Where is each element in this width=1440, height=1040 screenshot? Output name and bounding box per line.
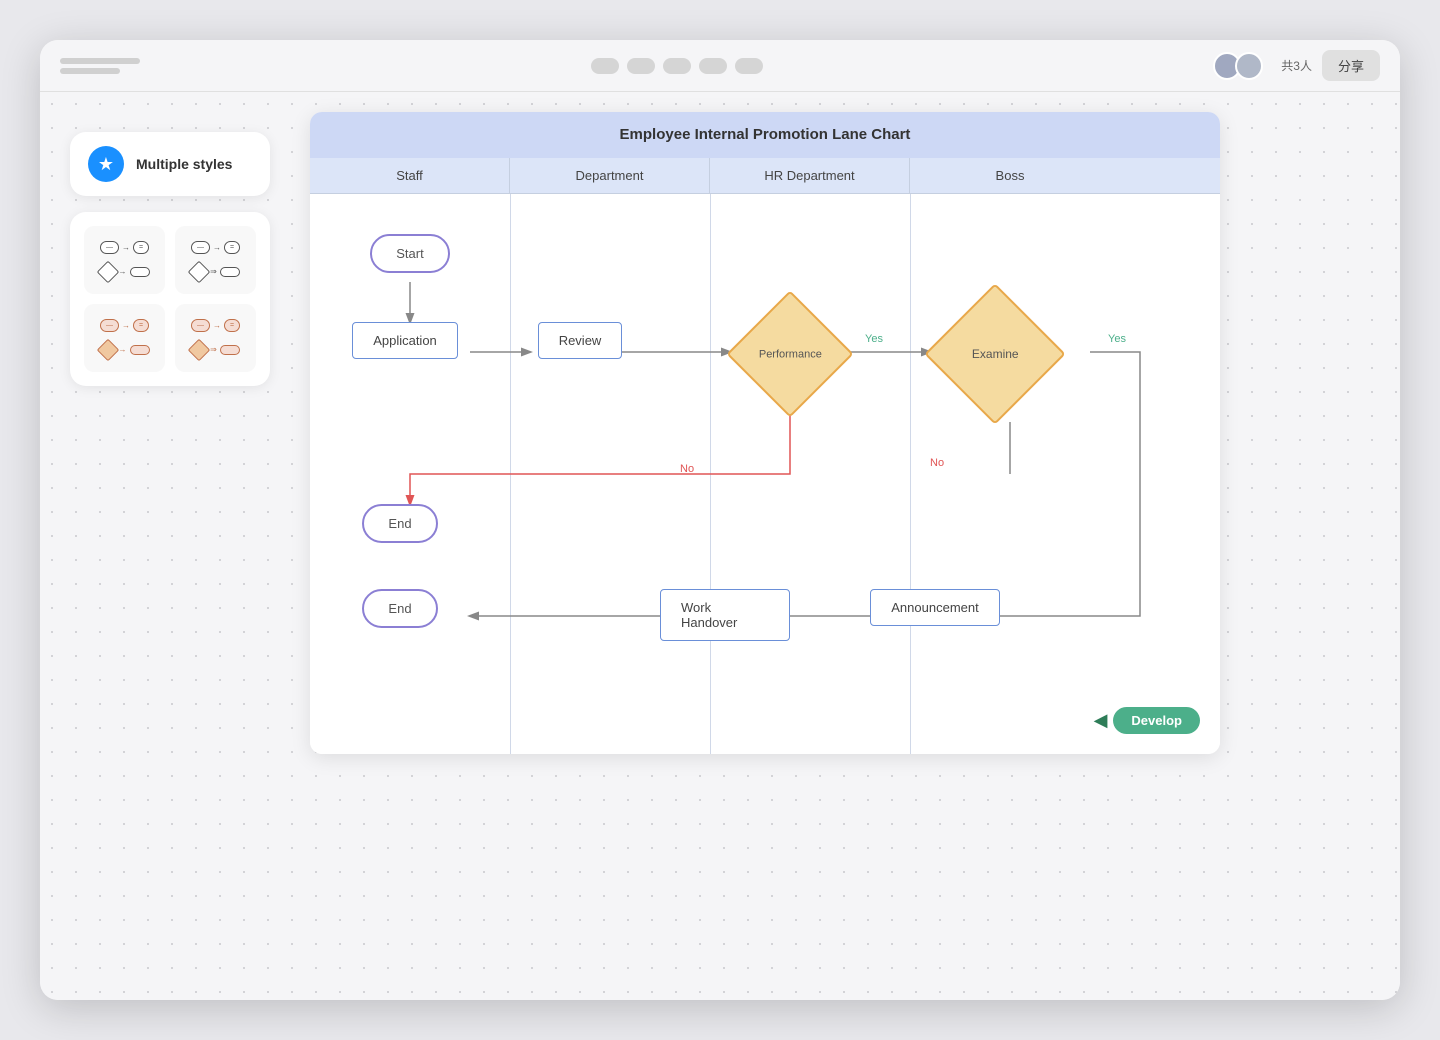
avatar-2 [1235, 52, 1263, 80]
svg-text:No: No [930, 457, 944, 469]
node-performance[interactable]: Performance [730, 294, 850, 414]
title-line-1 [60, 58, 140, 64]
lane-staff: Staff [310, 158, 510, 193]
style-grid: — → = → — → [70, 212, 270, 386]
svg-text:Yes: Yes [1108, 333, 1126, 345]
title-bar: 共3人 分享 [40, 40, 1400, 92]
user-count: 共3人 [1281, 57, 1312, 74]
application-label: Application [352, 322, 458, 359]
end1-label: End [362, 504, 437, 543]
start-label: Start [370, 234, 449, 273]
diagram-body: Yes No Yes No [310, 194, 1220, 754]
node-application[interactable]: Application [340, 322, 470, 359]
toolbar-dot-2[interactable] [627, 58, 655, 74]
examine-label: Examine [972, 347, 1019, 361]
multiple-styles-card[interactable]: ★ Multiple styles [70, 132, 270, 196]
node-end2[interactable]: End [350, 589, 450, 628]
toolbar-dot-3[interactable] [663, 58, 691, 74]
style-thumb-3[interactable]: — → = → [84, 304, 165, 372]
diagram-header: Employee Internal Promotion Lane Chart [310, 112, 1220, 158]
node-end1[interactable]: End [350, 504, 450, 543]
node-start[interactable]: Start [360, 234, 460, 273]
main-content: ★ Multiple styles — → = → [40, 92, 1400, 1000]
title-line-2 [60, 68, 120, 74]
share-button[interactable]: 分享 [1322, 50, 1380, 81]
node-review[interactable]: Review [530, 322, 630, 359]
divider-1 [510, 194, 511, 754]
left-panel: ★ Multiple styles — → = → [70, 132, 270, 386]
end2-label: End [362, 589, 437, 628]
style-thumb-1[interactable]: — → = → [84, 226, 165, 294]
title-bar-right: 共3人 分享 [1213, 50, 1380, 81]
work-handover-label: Work Handover [660, 589, 790, 641]
toolbar-dot-5[interactable] [735, 58, 763, 74]
canvas-area[interactable]: ★ Multiple styles — → = → [40, 92, 1400, 1000]
toolbar-dot-1[interactable] [591, 58, 619, 74]
multiple-styles-label: Multiple styles [136, 156, 232, 172]
divider-3 [910, 194, 911, 754]
announcement-label: Announcement [870, 589, 999, 626]
svg-text:No: No [680, 463, 694, 475]
lane-department: Department [510, 158, 710, 193]
diagram-title: Employee Internal Promotion Lane Chart [620, 126, 911, 143]
develop-label: Develop [1113, 707, 1200, 734]
toolbar [140, 58, 1213, 74]
svg-text:Yes: Yes [865, 333, 883, 345]
diagram: Employee Internal Promotion Lane Chart S… [310, 112, 1220, 754]
lane-hr: HR Department [710, 158, 910, 193]
review-label: Review [538, 322, 623, 359]
app-window: 共3人 分享 ★ Multiple styles — → = [40, 40, 1400, 1000]
title-bar-left [60, 58, 140, 74]
style-thumb-2[interactable]: — → = ⇒ [175, 226, 256, 294]
performance-label: Performance [759, 348, 822, 360]
style-thumb-4[interactable]: — → = ⇒ [175, 304, 256, 372]
node-examine[interactable]: Examine [930, 294, 1060, 414]
toolbar-dot-4[interactable] [699, 58, 727, 74]
star-icon: ★ [88, 146, 124, 182]
divider-2 [710, 194, 711, 754]
avatar-group [1213, 52, 1263, 80]
node-work-handover[interactable]: Work Handover [660, 589, 790, 641]
lane-boss: Boss [910, 158, 1110, 193]
node-announcement[interactable]: Announcement [870, 589, 1000, 626]
arrows-svg: Yes No Yes No [310, 194, 1220, 754]
lanes-header: Staff Department HR Department Boss [310, 158, 1220, 194]
develop-tooltip[interactable]: ◀ Develop [1094, 707, 1200, 734]
